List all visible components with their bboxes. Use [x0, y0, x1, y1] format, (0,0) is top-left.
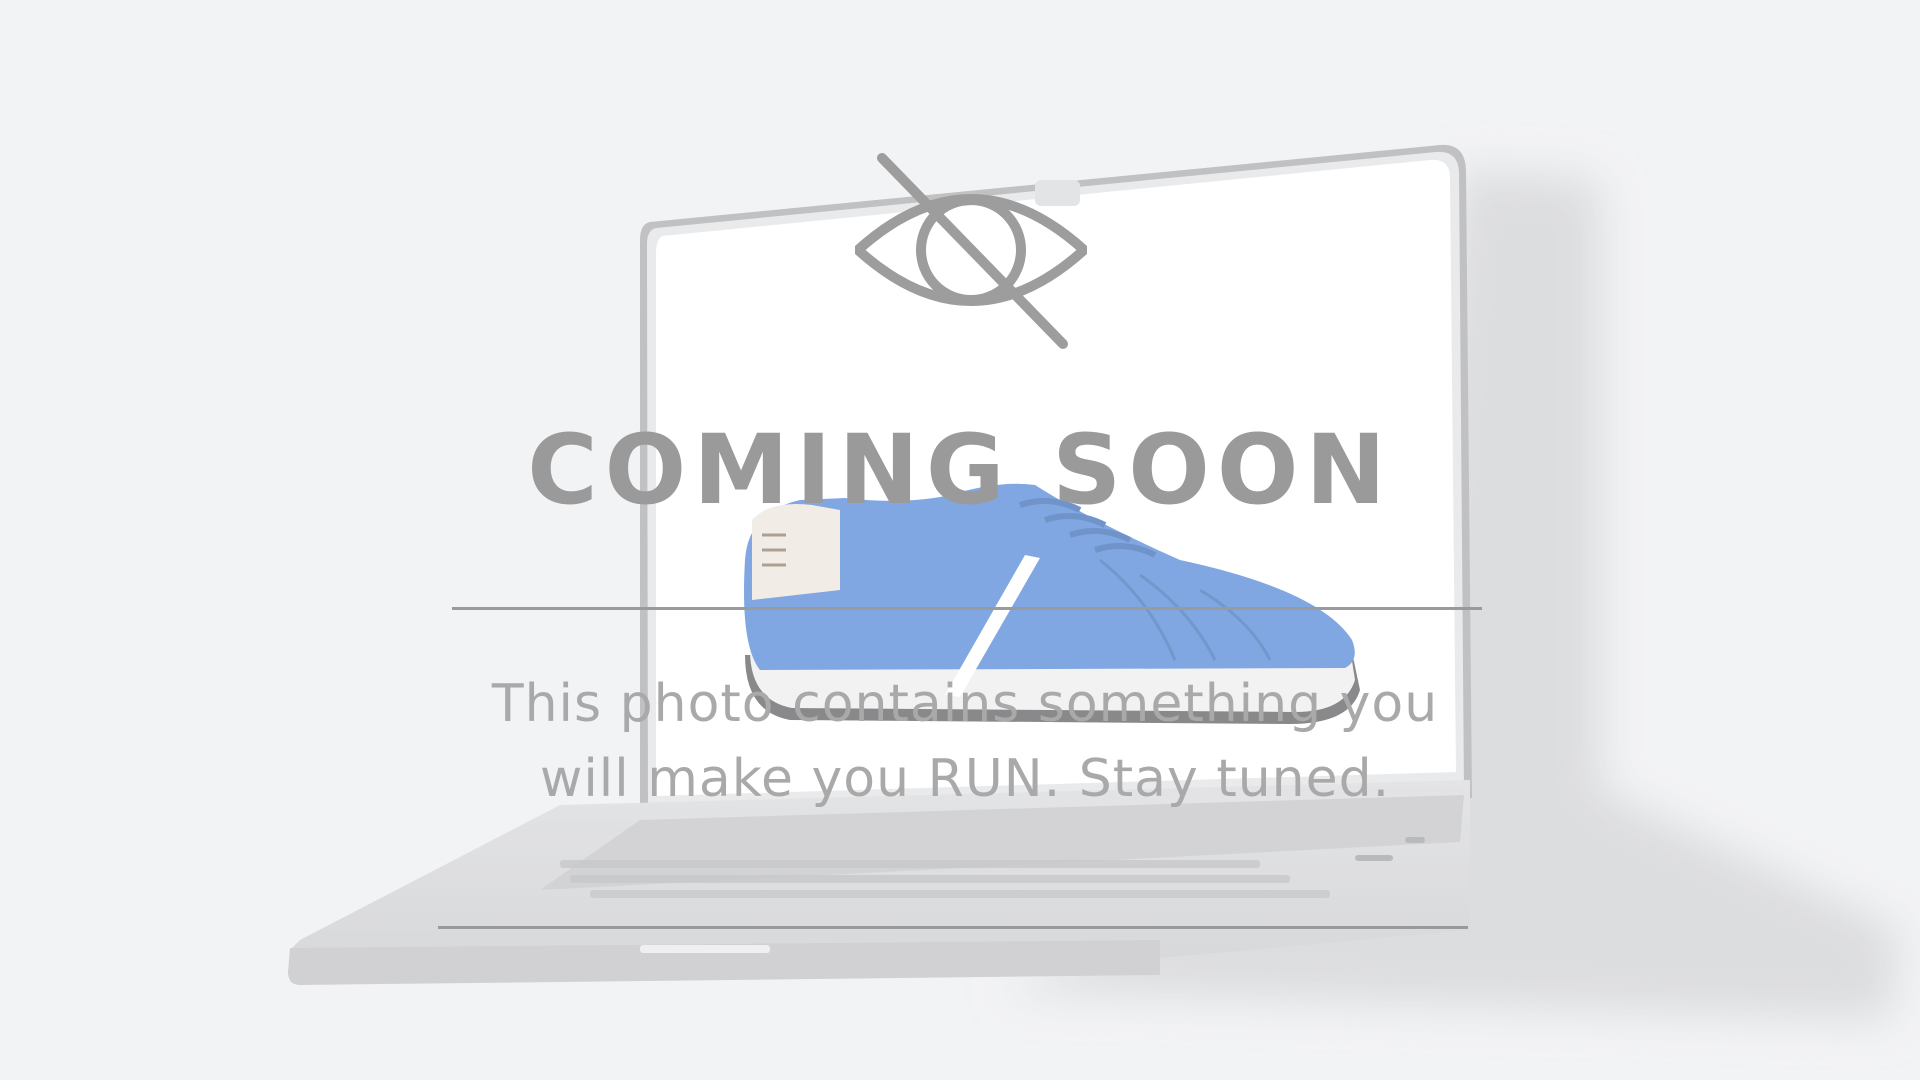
- laptop-photo-background: [0, 0, 1920, 1080]
